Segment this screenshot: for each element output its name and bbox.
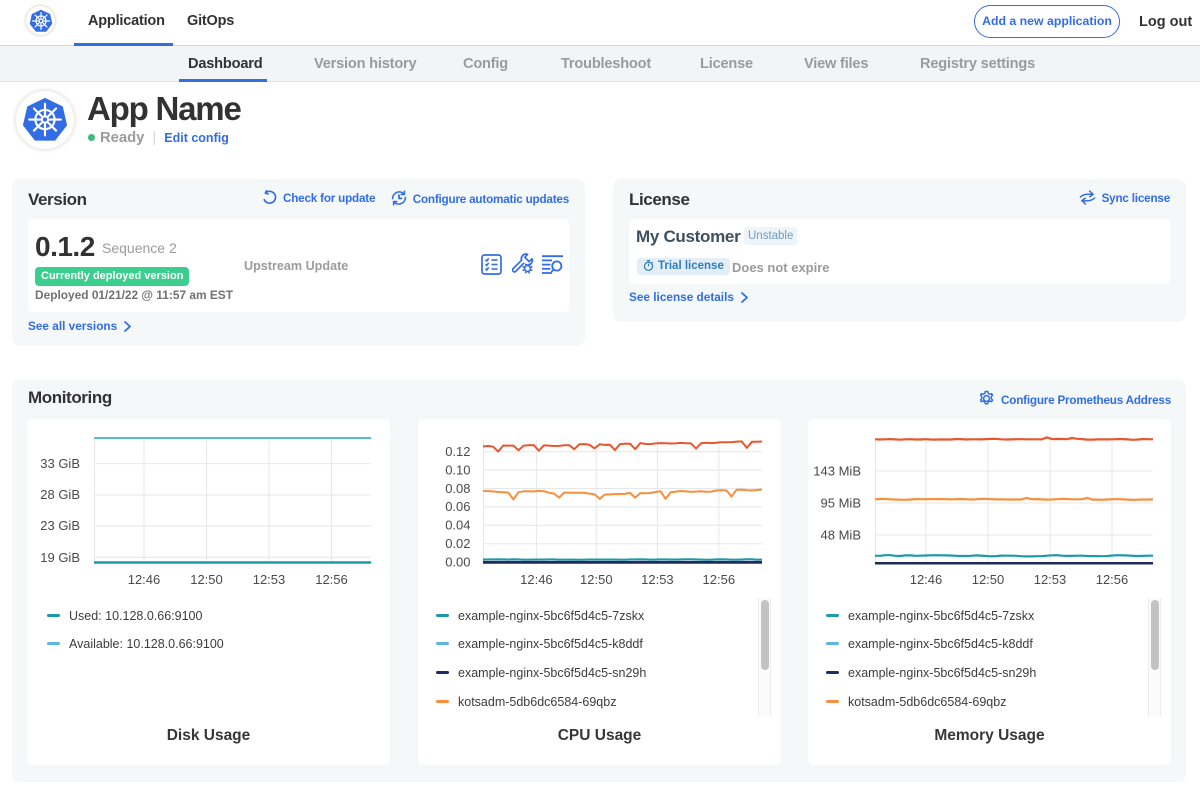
svg-text:12:46: 12:46	[910, 572, 943, 587]
svg-text:0.08: 0.08	[445, 481, 470, 496]
svg-text:12:53: 12:53	[253, 572, 286, 587]
svg-text:23 GiB: 23 GiB	[40, 518, 80, 533]
svg-text:12:50: 12:50	[190, 572, 223, 587]
svg-text:0.02: 0.02	[445, 536, 470, 551]
svg-text:48 MiB: 48 MiB	[821, 528, 861, 543]
svg-text:0.06: 0.06	[445, 499, 470, 514]
svg-text:0.04: 0.04	[445, 518, 470, 533]
svg-text:12:53: 12:53	[1034, 572, 1067, 587]
svg-text:12:56: 12:56	[703, 572, 736, 587]
svg-text:0.10: 0.10	[445, 462, 470, 477]
svg-text:143 MiB: 143 MiB	[813, 464, 861, 479]
svg-text:12:50: 12:50	[972, 572, 1005, 587]
svg-text:12:56: 12:56	[1096, 572, 1129, 587]
svg-text:28 GiB: 28 GiB	[40, 487, 80, 502]
svg-text:0.12: 0.12	[445, 444, 470, 459]
svg-text:12:46: 12:46	[520, 572, 553, 587]
svg-text:12:50: 12:50	[580, 572, 613, 587]
svg-text:95 MiB: 95 MiB	[821, 496, 861, 511]
svg-text:12:46: 12:46	[128, 572, 161, 587]
svg-text:19 GiB: 19 GiB	[40, 550, 80, 565]
svg-text:33 GiB: 33 GiB	[40, 456, 80, 471]
svg-text:12:56: 12:56	[315, 572, 348, 587]
svg-text:12:53: 12:53	[641, 572, 674, 587]
svg-text:0.00: 0.00	[445, 554, 470, 569]
